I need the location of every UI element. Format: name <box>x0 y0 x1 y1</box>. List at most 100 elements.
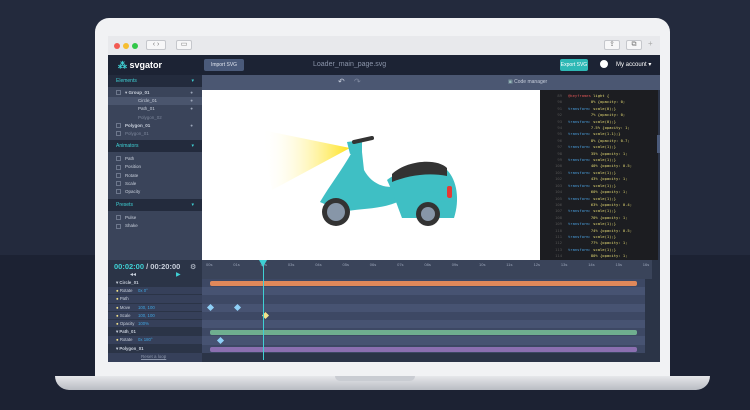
row-label: Circle_01 <box>119 280 139 285</box>
row-value: 100% <box>138 320 149 326</box>
timeline-track[interactable] <box>202 320 645 329</box>
gear-icon[interactable]: ⚙ <box>190 263 196 271</box>
canvas[interactable] <box>202 90 540 260</box>
time-tick: 01s <box>233 262 240 267</box>
bulb-icon: ● <box>116 296 119 302</box>
element-item[interactable]: Polygon_01 <box>108 130 202 138</box>
account-label: My account <box>616 62 647 68</box>
code-icon: ▣ <box>508 79 513 85</box>
timeline-row[interactable]: ● Path <box>108 295 202 304</box>
row-label: Rotate <box>119 337 133 343</box>
sidebar-icon[interactable]: ▭ <box>176 40 192 50</box>
animator-item[interactable]: Rotate <box>108 172 202 180</box>
time-tick: 12s <box>533 262 541 267</box>
preset-item[interactable]: Shake <box>108 222 202 230</box>
account-menu[interactable]: My account ▾ <box>616 61 651 68</box>
eye-icon: ● <box>190 106 193 112</box>
svgator-app: ⁂ svgator Import SVG Loader_main_page.sv… <box>108 55 660 362</box>
element-item[interactable]: Polygon_01 ● <box>108 122 202 130</box>
play-icon[interactable]: ▶ <box>176 271 181 278</box>
bulb-icon: ● <box>116 320 119 326</box>
avatar[interactable] <box>598 58 610 70</box>
timeline-row[interactable]: ● Rotate 0x 0° <box>108 287 202 296</box>
timeline-row[interactable]: ● Opacity 100% <box>108 320 202 329</box>
elements-header[interactable]: Elements <box>108 75 202 87</box>
timeline-track[interactable] <box>202 311 645 320</box>
eye-icon: ● <box>190 122 193 128</box>
element-item[interactable]: Polygon_02 <box>108 114 202 122</box>
code-manager-label: Code manager <box>514 79 548 85</box>
animation-bar[interactable] <box>210 281 637 286</box>
timeline-row[interactable]: ● Rotate 0x 180° <box>108 336 202 345</box>
current-time: 00:02:00 <box>114 262 145 271</box>
time-tick: 10s <box>479 262 486 267</box>
element-item[interactable]: Circle_01 ● <box>108 97 202 106</box>
time-display: 00:02:00 / 00:20:00 <box>114 262 180 271</box>
time-tick: 04s <box>315 262 322 267</box>
total-time: / 00:20:00 <box>146 262 181 271</box>
export-svg-button[interactable]: Export SVG <box>560 59 588 71</box>
element-item[interactable]: ▾ Group_01 ● <box>108 89 202 97</box>
timeline-track[interactable] <box>202 344 645 353</box>
timeline-track[interactable] <box>202 279 645 288</box>
timeline-track[interactable] <box>202 287 645 296</box>
maximize-dot[interactable] <box>132 43 138 49</box>
time-tick: 06s <box>369 262 377 267</box>
preset-item[interactable]: Pulse <box>108 214 202 222</box>
back-forward-icon[interactable]: ‹ › <box>146 40 166 50</box>
playhead-handle[interactable] <box>259 260 267 267</box>
animators-header[interactable]: Animators <box>108 140 202 153</box>
keyframe[interactable] <box>206 304 215 312</box>
animation-bar[interactable] <box>210 346 637 352</box>
eye-icon: ● <box>190 98 193 104</box>
logo: ⁂ svgator <box>118 60 163 70</box>
time-tick: 16s <box>642 262 650 267</box>
timeline-layers: ▾ Circle_01 ● Rotate 0x 0° ● Path ● Move 100,… <box>108 279 202 362</box>
time-ruler[interactable]: 00s01s02s03s04s05s06s07s08s09s10s11s12s1… <box>202 260 652 279</box>
time-tick: 09s <box>451 262 459 267</box>
row-label: Scale <box>119 312 131 318</box>
scooter-illustration <box>262 130 458 226</box>
new-tab-icon[interactable]: + <box>648 39 653 48</box>
timeline-row[interactable]: ● Scale 100, 100 <box>108 312 202 320</box>
timeline-row[interactable]: ▾ Circle_01 <box>108 279 202 288</box>
tabs-icon[interactable]: ⧉ <box>626 40 642 50</box>
close-dot[interactable] <box>114 43 120 49</box>
time-tick: 15s <box>615 262 622 267</box>
timeline-row[interactable]: ▾ Path_01 <box>108 328 202 337</box>
element-item[interactable]: Path_01 ● <box>108 105 202 113</box>
timeline-track[interactable] <box>202 328 645 337</box>
timeline-track[interactable] <box>202 336 645 345</box>
timeline-track[interactable] <box>202 303 645 312</box>
code-panel[interactable]: 89 @keyframes light {90 0% {opacity: 0; 91… <box>540 90 658 260</box>
timeline-row[interactable]: ● Move 100, 100 <box>108 304 202 312</box>
code-scrollbar[interactable] <box>657 135 660 153</box>
keyframe[interactable] <box>216 336 224 344</box>
eye-icon: ● <box>190 90 193 95</box>
row-value: 0x 0° <box>138 288 148 294</box>
keyframe[interactable] <box>234 304 242 312</box>
animator-item[interactable]: Path <box>108 155 202 163</box>
time-tick: 05s <box>342 262 349 267</box>
animator-item[interactable]: Position <box>108 163 202 171</box>
share-icon[interactable]: ⇪ <box>604 40 620 50</box>
animator-item[interactable]: Opacity <box>108 188 202 196</box>
import-svg-button[interactable]: Import SVG <box>204 59 244 71</box>
playhead[interactable] <box>263 260 264 360</box>
minimize-dot[interactable] <box>123 43 129 49</box>
redo-icon[interactable]: ↷ <box>354 77 361 86</box>
code-manager-button[interactable]: ▣ Code manager <box>508 79 547 85</box>
reset-loop-link[interactable]: Reset a loop <box>141 354 166 359</box>
rewind-icon[interactable]: ◂◂ <box>130 271 136 278</box>
timeline-row[interactable]: ▾ Polygon_01 <box>108 344 202 353</box>
animator-item[interactable]: Scale <box>108 180 202 188</box>
animation-bar[interactable] <box>210 330 637 336</box>
timeline-track[interactable] <box>202 295 645 304</box>
presets-header[interactable]: Presets <box>108 199 202 212</box>
undo-icon[interactable]: ↶ <box>338 77 345 86</box>
laptop-notch <box>335 376 415 381</box>
bulb-icon: ● <box>116 337 119 343</box>
row-label: Path <box>119 296 129 302</box>
time-tick: 03s <box>287 262 295 267</box>
time-tick: 11s <box>506 262 513 267</box>
